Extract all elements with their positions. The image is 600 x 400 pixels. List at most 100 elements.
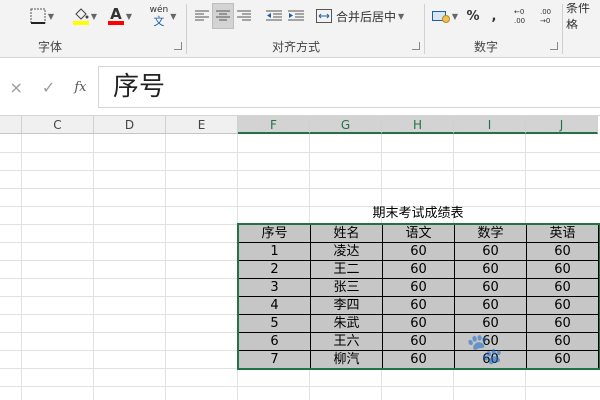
align-left-icon bbox=[195, 10, 209, 21]
paw-icon: 🐾 bbox=[466, 332, 504, 367]
gridline-horizontal bbox=[0, 188, 600, 189]
gridline-horizontal bbox=[0, 152, 600, 153]
alignment-group-label: 对齐方式 bbox=[272, 40, 321, 54]
column-header-h[interactable]: H bbox=[382, 116, 454, 134]
header-cell[interactable]: 英语 bbox=[526, 224, 599, 243]
table-cell[interactable]: 60 bbox=[454, 278, 527, 297]
table-cell[interactable]: 60 bbox=[382, 332, 455, 351]
gridline-vertical bbox=[165, 134, 166, 400]
fill-color-button[interactable]: ▼ bbox=[68, 3, 102, 29]
decrease-indent-button[interactable] bbox=[264, 3, 284, 29]
paint-bucket-icon bbox=[75, 8, 89, 20]
table-cell[interactable]: 1 bbox=[238, 242, 311, 261]
font-color-swatch bbox=[107, 21, 124, 25]
worksheet-grid[interactable]: CDEFGHIJ 期末考试成绩表 序号 姓名 语文 数学 英语 1 凌达 60 60 60 2 王二 6… bbox=[0, 116, 600, 400]
align-center-icon bbox=[216, 10, 230, 21]
table-cell[interactable]: 王二 bbox=[310, 260, 383, 279]
column-header-c[interactable]: C bbox=[22, 116, 94, 134]
increase-decimal-button[interactable]: ←0 .00 bbox=[510, 3, 534, 29]
accounting-icon bbox=[431, 11, 450, 23]
gridline-vertical bbox=[93, 134, 94, 400]
table-cell[interactable]: 60 bbox=[382, 296, 455, 315]
header-cell[interactable]: 姓名 bbox=[310, 224, 383, 243]
align-right-button[interactable] bbox=[234, 3, 254, 29]
accounting-format-button[interactable]: ▼ bbox=[428, 3, 462, 29]
table-cell[interactable]: 60 bbox=[382, 314, 455, 333]
svg-text:←0: ←0 bbox=[514, 8, 524, 16]
table-cell[interactable]: 60 bbox=[526, 242, 599, 261]
table-cell[interactable]: 60 bbox=[454, 260, 527, 279]
table-cell[interactable]: 2 bbox=[238, 260, 311, 279]
table-cell[interactable]: 60 bbox=[526, 278, 599, 297]
table-cell[interactable]: 60 bbox=[454, 242, 527, 261]
font-color-button[interactable]: A ▼ bbox=[104, 3, 136, 29]
select-all-corner[interactable] bbox=[0, 116, 22, 134]
chevron-down-icon: ▼ bbox=[451, 11, 459, 21]
increase-decimal-icon: ←0 .00 bbox=[514, 8, 525, 25]
svg-text:→0: →0 bbox=[540, 17, 550, 25]
percent-style-button[interactable]: % bbox=[464, 3, 482, 29]
table-cell[interactable]: 7 bbox=[238, 350, 311, 369]
column-header-e[interactable]: E bbox=[166, 116, 238, 134]
gridline-vertical bbox=[21, 134, 22, 400]
column-header-i[interactable]: I bbox=[454, 116, 526, 134]
table-cell[interactable]: 3 bbox=[238, 278, 311, 297]
phonetic-guide-button[interactable]: wén 文 ▼ bbox=[144, 3, 182, 29]
chevron-down-icon: ▼ bbox=[125, 11, 133, 21]
number-group-label: 数字 bbox=[474, 40, 499, 54]
enter-icon[interactable]: ✓ bbox=[42, 78, 55, 97]
font-color-icon: A bbox=[110, 5, 122, 23]
column-header-j[interactable]: J bbox=[526, 116, 598, 134]
table-cell[interactable]: 60 bbox=[454, 296, 527, 315]
formula-input[interactable]: 序号 bbox=[98, 66, 600, 108]
align-left-button[interactable] bbox=[192, 3, 212, 29]
table-cell[interactable]: 朱武 bbox=[310, 314, 383, 333]
table-cell[interactable]: 60 bbox=[382, 260, 455, 279]
table-cell[interactable]: 凌达 bbox=[310, 242, 383, 261]
increase-indent-icon bbox=[288, 10, 304, 21]
table-cell[interactable]: 5 bbox=[238, 314, 311, 333]
table-cell[interactable]: 柳汽 bbox=[310, 350, 383, 369]
increase-indent-button[interactable] bbox=[286, 3, 306, 29]
active-cell[interactable]: 序号 bbox=[238, 224, 311, 243]
table-cell[interactable]: 王六 bbox=[310, 332, 383, 351]
decrease-decimal-button[interactable]: .00 →0 bbox=[536, 3, 560, 29]
table-title[interactable]: 期末考试成绩表 bbox=[238, 205, 598, 223]
table-cell[interactable]: 60 bbox=[526, 296, 599, 315]
table-cell[interactable]: 6 bbox=[238, 332, 311, 351]
alignment-dialog-launcher[interactable] bbox=[412, 42, 420, 50]
table-row: 3 张三 60 60 60 bbox=[238, 278, 599, 297]
header-cell[interactable]: 语文 bbox=[382, 224, 455, 243]
table-cell[interactable]: 60 bbox=[382, 278, 455, 297]
fill-color-swatch bbox=[72, 21, 89, 25]
table-cell[interactable]: 60 bbox=[382, 242, 455, 261]
align-center-button[interactable] bbox=[212, 3, 234, 29]
font-group-label: 字体 bbox=[38, 40, 63, 54]
insert-function-icon[interactable]: fx bbox=[74, 80, 86, 95]
font-dialog-launcher[interactable] bbox=[174, 42, 182, 50]
chevron-down-icon: ▼ bbox=[170, 11, 177, 21]
table-cell[interactable]: 4 bbox=[238, 296, 311, 315]
conditional-formatting-button[interactable]: 条件格 bbox=[566, 3, 600, 29]
column-header-f[interactable]: F bbox=[238, 116, 310, 134]
chevron-down-icon: ▼ bbox=[47, 11, 55, 21]
group-divider bbox=[186, 4, 187, 54]
decrease-indent-icon bbox=[266, 10, 282, 21]
comma-style-button[interactable]: , bbox=[486, 3, 502, 29]
formula-bar-controls: × ✓ fx bbox=[0, 66, 96, 108]
column-header-g[interactable]: G bbox=[310, 116, 382, 134]
column-header-d[interactable]: D bbox=[94, 116, 166, 134]
table-cell[interactable]: 张三 bbox=[310, 278, 383, 297]
borders-button[interactable]: ▼ bbox=[24, 3, 60, 29]
watermark: 🐾 bbox=[452, 330, 592, 386]
phonetic-icon: wén 文 bbox=[149, 5, 169, 28]
gridline-horizontal bbox=[0, 386, 600, 387]
merge-center-button[interactable]: 合并后居中 ▼ bbox=[316, 3, 416, 29]
table-cell[interactable]: 李四 bbox=[310, 296, 383, 315]
table-cell[interactable]: 60 bbox=[526, 260, 599, 279]
table-cell[interactable]: 60 bbox=[382, 350, 455, 369]
cancel-icon[interactable]: × bbox=[10, 78, 23, 97]
header-cell[interactable]: 数学 bbox=[454, 224, 527, 243]
number-dialog-launcher[interactable] bbox=[550, 42, 558, 50]
svg-text:.00: .00 bbox=[540, 8, 551, 16]
